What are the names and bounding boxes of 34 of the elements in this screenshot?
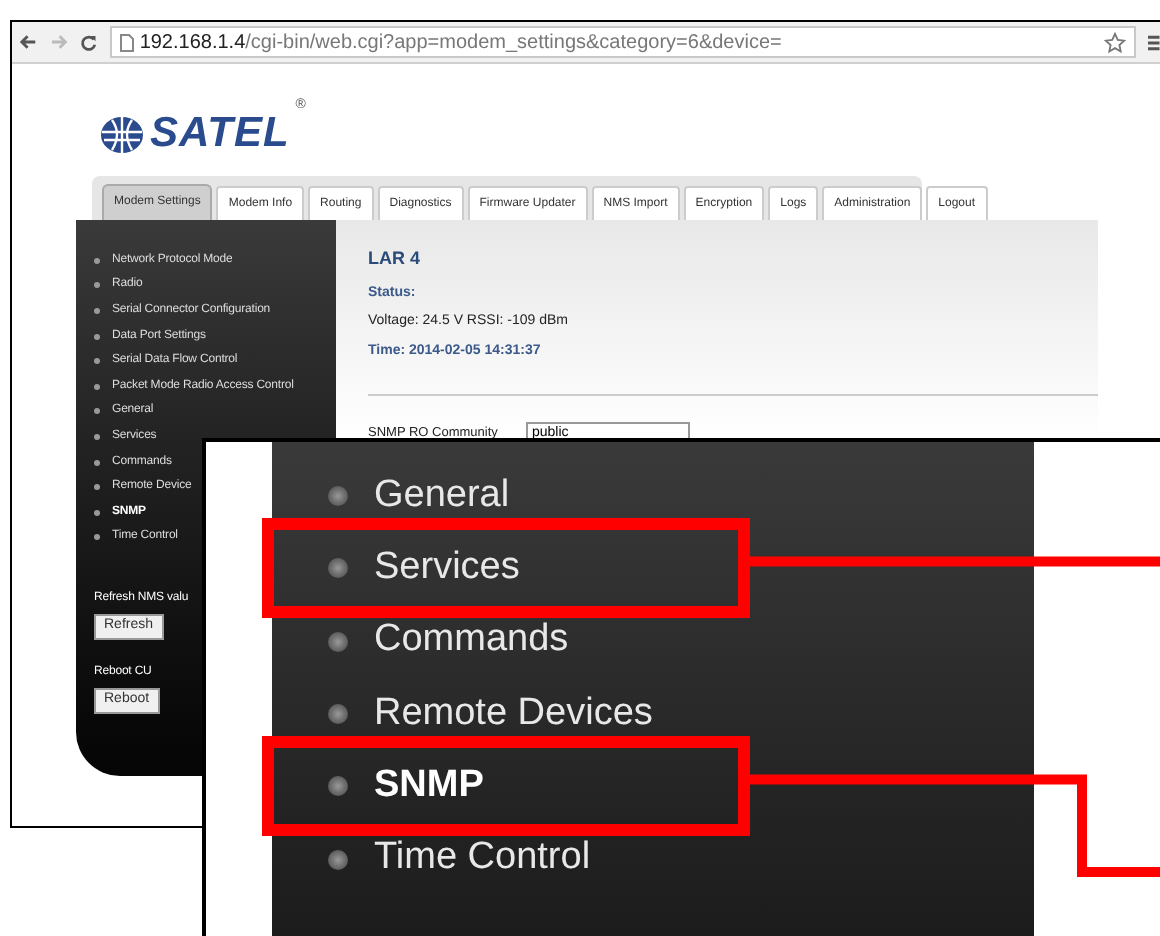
bullet-icon [94, 484, 100, 491]
bullet-icon [94, 307, 100, 314]
star-icon[interactable] [1104, 31, 1127, 53]
bullet-icon [328, 486, 348, 507]
sidebar-item[interactable]: Services [374, 540, 520, 598]
logo-text: SATEL [150, 108, 290, 161]
bullet-icon [94, 257, 100, 264]
back-icon[interactable] [18, 34, 38, 50]
bullet-icon [94, 459, 100, 466]
bullet-icon [328, 558, 348, 579]
bullet-icon [328, 849, 348, 870]
url-text: 192.168.1.4/cgi-bin/web.cgi?app=modem_settings&category=6&device= [139, 29, 782, 57]
device-title: LAR 4 [368, 246, 423, 272]
sidebar-item[interactable]: SNMP [374, 758, 484, 816]
page-icon [119, 33, 134, 51]
bullet-icon [328, 631, 348, 652]
sidebar-item[interactable]: Time Control [374, 830, 591, 888]
bullet-icon [94, 383, 100, 390]
bullet-icon [94, 333, 100, 340]
bullet-icon [94, 534, 100, 541]
bullet-icon [94, 282, 100, 289]
address-bar[interactable]: 192.168.1.4/cgi-bin/web.cgi?app=modem_settings&category=6&device= [109, 26, 1137, 58]
sidebar-item[interactable]: General [374, 467, 510, 525]
bullet-icon [328, 776, 348, 797]
bullet-icon [94, 408, 100, 415]
sidebar-item[interactable]: Remote Devices [374, 685, 653, 743]
sidebar-item[interactable]: Commands [374, 612, 569, 670]
bullet-icon [94, 358, 100, 365]
menu-icon[interactable] [1148, 33, 1160, 51]
globe-icon [100, 115, 144, 153]
reload-icon[interactable] [80, 33, 98, 51]
bullet-icon [94, 433, 100, 440]
bullet-icon [328, 704, 348, 725]
bullet-icon [94, 509, 100, 516]
